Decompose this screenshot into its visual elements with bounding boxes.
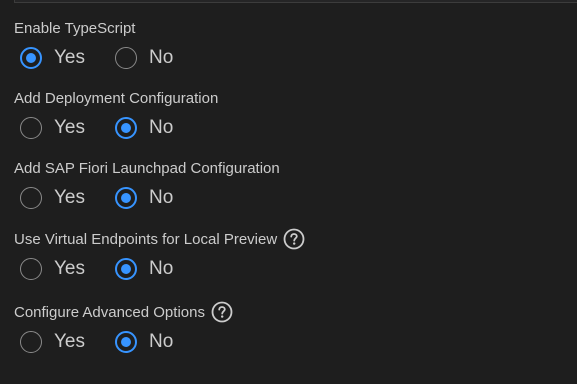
option-yes[interactable]: Yes xyxy=(14,258,85,280)
radio-button-no[interactable] xyxy=(115,258,137,280)
radio-group: Yes No xyxy=(14,256,305,282)
question-circle-icon[interactable] xyxy=(283,228,305,250)
question-label: Add SAP Fiori Launchpad Configuration xyxy=(14,159,280,177)
option-yes[interactable]: Yes xyxy=(14,331,85,353)
question-add-deployment-configuration: Add Deployment Configuration Yes No xyxy=(14,87,218,141)
option-label-no: No xyxy=(149,117,174,138)
question-label: Use Virtual Endpoints for Local Preview xyxy=(14,230,278,248)
question-label: Add Deployment Configuration xyxy=(14,89,219,107)
option-label-yes: Yes xyxy=(54,331,85,352)
question-label: Enable TypeScript xyxy=(14,19,136,37)
option-label-no: No xyxy=(149,258,174,279)
question-circle-icon[interactable] xyxy=(211,301,233,323)
question-virtual-endpoints: Use Virtual Endpoints for Local Preview … xyxy=(14,228,305,282)
radio-button-yes[interactable] xyxy=(20,331,42,353)
previous-input-field[interactable] xyxy=(14,0,577,3)
radio-button-no[interactable] xyxy=(115,47,137,69)
option-label-yes: Yes xyxy=(54,187,85,208)
option-yes[interactable]: Yes xyxy=(14,117,85,139)
option-label-no: No xyxy=(149,331,174,352)
option-yes[interactable]: Yes xyxy=(14,187,85,209)
radio-button-yes[interactable] xyxy=(20,117,42,139)
option-no[interactable]: No xyxy=(109,258,173,280)
option-label-yes: Yes xyxy=(54,117,85,138)
option-no[interactable]: No xyxy=(109,187,173,209)
option-label-yes: Yes xyxy=(54,258,85,279)
question-label: Configure Advanced Options xyxy=(14,303,205,321)
question-add-flp-configuration: Add SAP Fiori Launchpad Configuration Ye… xyxy=(14,157,280,211)
radio-button-yes[interactable] xyxy=(20,187,42,209)
radio-group: Yes No xyxy=(14,45,197,71)
option-no[interactable]: No xyxy=(109,117,173,139)
question-enable-typescript: Enable TypeScript Yes No xyxy=(14,17,197,71)
option-no[interactable]: No xyxy=(109,331,173,353)
question-configure-advanced-options: Configure Advanced Options Yes No xyxy=(14,301,233,355)
option-label-no: No xyxy=(149,47,174,68)
option-label-yes: Yes xyxy=(54,47,85,68)
option-label-no: No xyxy=(149,187,174,208)
radio-button-yes[interactable] xyxy=(20,258,42,280)
radio-group: Yes No xyxy=(14,329,233,355)
radio-button-no[interactable] xyxy=(115,331,137,353)
radio-group: Yes No xyxy=(14,185,280,211)
radio-button-no[interactable] xyxy=(115,187,137,209)
radio-button-yes[interactable] xyxy=(20,47,42,69)
option-no[interactable]: No xyxy=(109,47,173,69)
radio-group: Yes No xyxy=(14,115,218,141)
option-yes[interactable]: Yes xyxy=(14,47,85,69)
radio-button-no[interactable] xyxy=(115,117,137,139)
